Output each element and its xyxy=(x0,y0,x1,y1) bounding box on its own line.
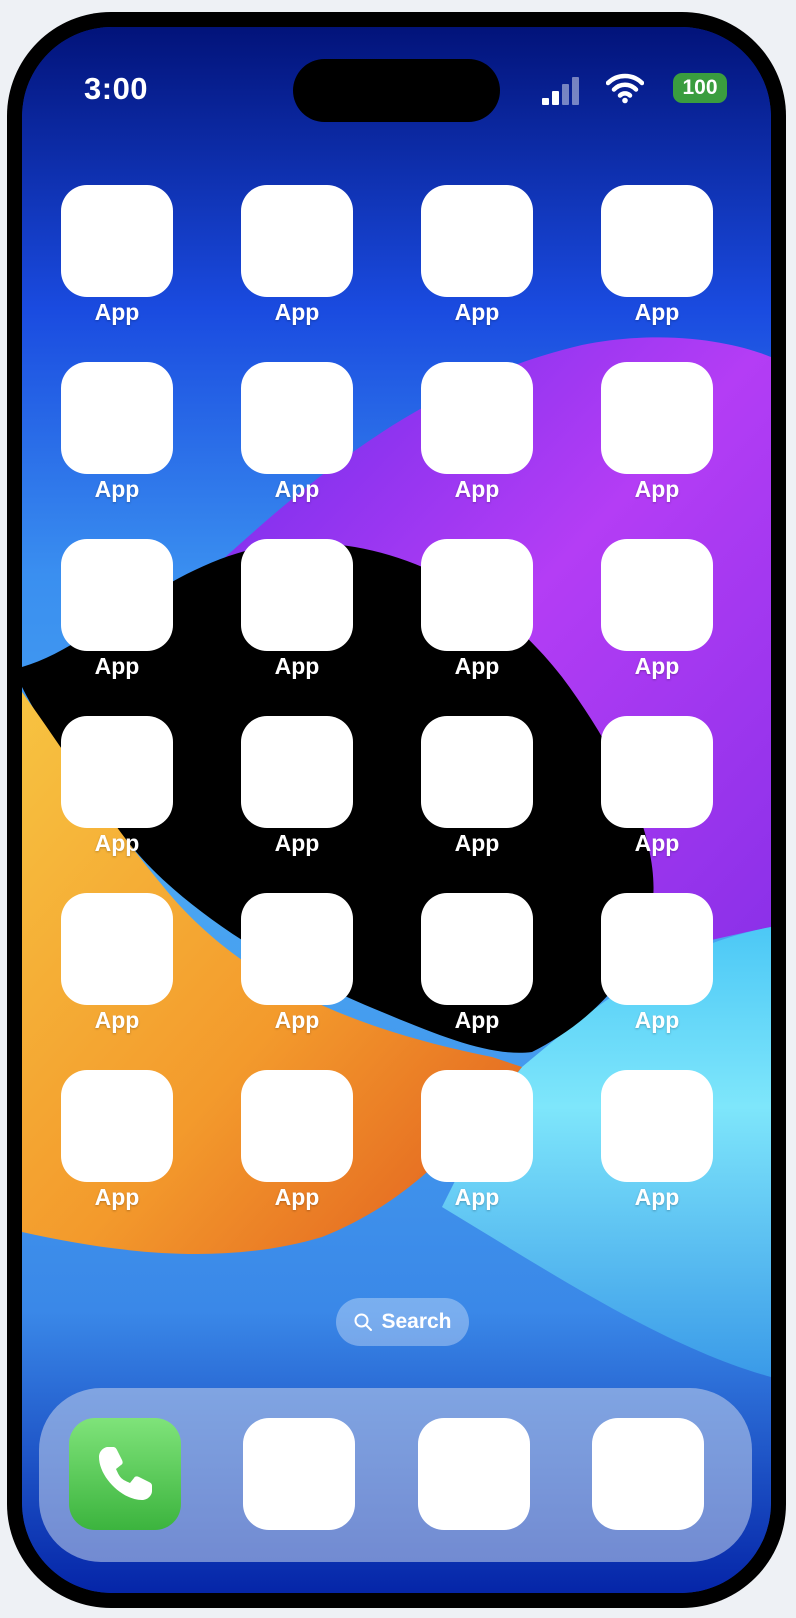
app-item[interactable]: App xyxy=(61,716,173,856)
app-item[interactable]: App xyxy=(601,716,713,856)
app-item[interactable]: App xyxy=(241,185,353,325)
signal-bar xyxy=(572,77,579,105)
dock-app-4[interactable] xyxy=(592,1418,704,1530)
app-label: App xyxy=(274,653,320,679)
app-icon[interactable] xyxy=(61,362,173,474)
search-button[interactable]: Search xyxy=(336,1298,469,1346)
app-label: App xyxy=(94,830,140,856)
app-label: App xyxy=(274,1007,320,1033)
wifi-icon xyxy=(606,73,644,104)
app-icon[interactable] xyxy=(601,185,713,297)
app-item[interactable]: App xyxy=(421,893,533,1033)
cellular-signal-icon xyxy=(542,77,582,105)
app-icon[interactable] xyxy=(601,362,713,474)
app-item[interactable]: App xyxy=(61,362,173,502)
app-label: App xyxy=(94,476,140,502)
signal-bar xyxy=(542,98,549,105)
dock-app-3[interactable] xyxy=(418,1418,530,1530)
app-icon[interactable] xyxy=(241,893,353,1005)
app-label: App xyxy=(454,476,500,502)
app-icon[interactable] xyxy=(421,893,533,1005)
phone-icon xyxy=(99,1447,152,1500)
app-label: App xyxy=(94,653,140,679)
home-screen: 3:00 100 App App App App App App App App App App A… xyxy=(22,27,771,1593)
app-item[interactable]: App xyxy=(421,1070,533,1210)
app-icon[interactable] xyxy=(601,716,713,828)
app-item[interactable]: App xyxy=(601,362,713,502)
app-icon[interactable] xyxy=(61,716,173,828)
app-icon[interactable] xyxy=(61,1070,173,1182)
app-item[interactable]: App xyxy=(61,539,173,679)
app-icon[interactable] xyxy=(61,185,173,297)
app-icon[interactable] xyxy=(241,716,353,828)
app-item[interactable]: App xyxy=(61,893,173,1033)
app-item[interactable]: App xyxy=(61,185,173,325)
status-time: 3:00 xyxy=(84,71,149,106)
app-label: App xyxy=(454,299,500,325)
app-label: App xyxy=(94,299,140,325)
signal-bar xyxy=(552,91,559,105)
app-label: App xyxy=(94,1184,140,1210)
app-label: App xyxy=(634,653,680,679)
app-label: App xyxy=(274,830,320,856)
app-item[interactable]: App xyxy=(601,185,713,325)
app-label: App xyxy=(274,299,320,325)
app-item[interactable]: App xyxy=(241,716,353,856)
app-label: App xyxy=(634,1007,680,1033)
app-icon[interactable] xyxy=(421,362,533,474)
app-item[interactable]: App xyxy=(241,893,353,1033)
app-item[interactable]: App xyxy=(601,539,713,679)
app-item[interactable]: App xyxy=(601,1070,713,1210)
dock xyxy=(39,1388,752,1562)
app-item[interactable]: App xyxy=(601,893,713,1033)
app-icon[interactable] xyxy=(601,893,713,1005)
app-label: App xyxy=(274,476,320,502)
app-icon[interactable] xyxy=(421,539,533,651)
app-icon[interactable] xyxy=(421,1070,533,1182)
app-grid: App App App App App App App App App App App App App A… xyxy=(61,185,761,1210)
app-icon[interactable] xyxy=(601,1070,713,1182)
dock-app-phone[interactable] xyxy=(69,1418,181,1530)
app-item[interactable]: App xyxy=(421,716,533,856)
app-icon[interactable] xyxy=(421,716,533,828)
app-icon[interactable] xyxy=(241,362,353,474)
app-icon[interactable] xyxy=(61,539,173,651)
app-icon[interactable] xyxy=(421,185,533,297)
app-item[interactable]: App xyxy=(421,539,533,679)
app-label: App xyxy=(634,830,680,856)
dynamic-island xyxy=(293,59,500,122)
app-label: App xyxy=(634,476,680,502)
app-item[interactable]: App xyxy=(421,362,533,502)
app-item[interactable]: App xyxy=(421,185,533,325)
app-label: App xyxy=(274,1184,320,1210)
app-label: App xyxy=(94,1007,140,1033)
app-label: App xyxy=(454,830,500,856)
app-item[interactable]: App xyxy=(61,1070,173,1210)
app-icon[interactable] xyxy=(241,539,353,651)
app-label: App xyxy=(454,1184,500,1210)
search-label: Search xyxy=(381,1310,452,1333)
app-item[interactable]: App xyxy=(241,362,353,502)
dock-app-2[interactable] xyxy=(243,1418,355,1530)
app-label: App xyxy=(454,653,500,679)
app-icon[interactable] xyxy=(241,185,353,297)
app-icon[interactable] xyxy=(241,1070,353,1182)
app-icon[interactable] xyxy=(601,539,713,651)
app-icon[interactable] xyxy=(61,893,173,1005)
app-item[interactable]: App xyxy=(241,1070,353,1210)
signal-bar xyxy=(562,84,569,105)
app-label: App xyxy=(634,1184,680,1210)
app-item[interactable]: App xyxy=(241,539,353,679)
app-label: App xyxy=(454,1007,500,1033)
battery-indicator: 100 xyxy=(673,73,727,103)
search-icon xyxy=(354,1313,373,1331)
phone-frame: 3:00 100 App App App App App App App App App App A… xyxy=(7,12,786,1608)
app-label: App xyxy=(634,299,680,325)
